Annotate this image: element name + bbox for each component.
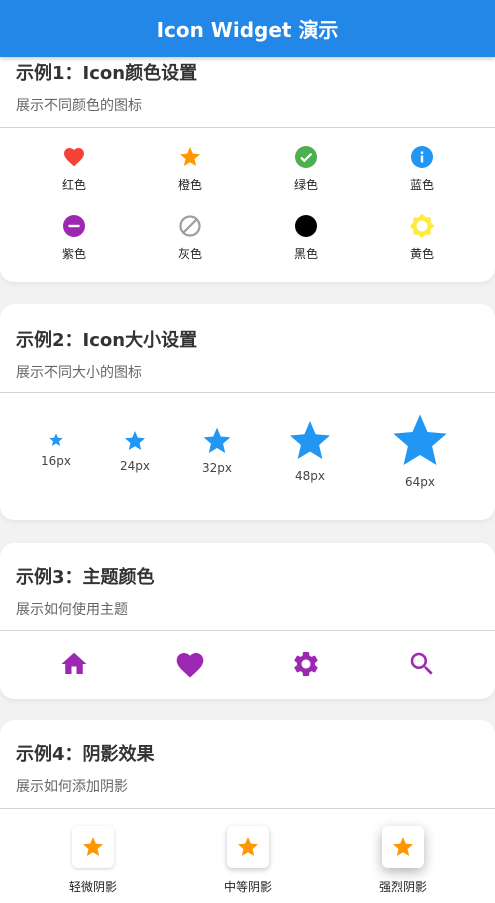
search-icon xyxy=(410,652,433,675)
star-icon xyxy=(290,421,330,459)
remove-circle-icon xyxy=(63,215,85,237)
size-item-32: 32px xyxy=(197,425,237,475)
star-icon xyxy=(393,837,413,856)
heart-icon xyxy=(64,148,84,167)
color-item-blue: 蓝色 xyxy=(364,144,480,193)
color-item-red: 红色 xyxy=(16,144,132,193)
card-title: 示例3：主题颜色 xyxy=(16,567,155,588)
color-item-grey: 灰色 xyxy=(132,213,248,262)
theme-icon-cell xyxy=(248,649,364,679)
size-label: 48px xyxy=(295,469,325,483)
size-item-64: 64px xyxy=(388,409,452,489)
theme-icon-cell xyxy=(132,649,248,681)
star-icon xyxy=(393,414,447,465)
card-title: 示例2：Icon大小设置 xyxy=(16,330,198,351)
shadow-label: 中等阴影 xyxy=(223,880,272,894)
shadow-label: 轻微阴影 xyxy=(68,880,117,894)
color-label: 红色 xyxy=(61,178,86,192)
star-icon xyxy=(203,427,231,453)
card-icon-colors: 示例1：Icon颜色设置 展示不同颜色的图标 红色 橙色 绿色 蓝色 紫色 灰色… xyxy=(0,57,495,282)
color-item-green: 绿色 xyxy=(248,144,364,193)
check-circle-icon xyxy=(295,146,317,168)
size-label: 32px xyxy=(202,461,232,475)
circle-icon xyxy=(295,215,317,237)
color-label: 橙色 xyxy=(177,178,202,192)
color-label: 灰色 xyxy=(177,247,202,261)
card-subtitle: 展示不同颜色的图标 xyxy=(16,98,142,114)
shadow-label: 强烈阴影 xyxy=(378,880,427,894)
shadow-box xyxy=(72,826,114,868)
card-subtitle: 展示如何使用主题 xyxy=(16,602,128,618)
size-label: 16px xyxy=(41,454,71,468)
color-item-yellow: 黄色 xyxy=(364,213,480,262)
app-title: Icon Widget 演示 xyxy=(156,18,339,42)
color-item-orange: 橙色 xyxy=(132,144,248,193)
size-item-24: 24px xyxy=(115,429,155,473)
size-item-48: 48px xyxy=(286,417,334,483)
card-title: 示例4：阴影效果 xyxy=(16,744,155,765)
card-title: 示例1：Icon颜色设置 xyxy=(16,63,198,84)
color-label: 黄色 xyxy=(409,247,434,261)
theme-icon-cell xyxy=(364,649,480,679)
card-subtitle: 展示不同大小的图标 xyxy=(16,365,142,381)
card-icon-sizes: 示例2：Icon大小设置 展示不同大小的图标 16px 24px 32px 48… xyxy=(0,304,495,520)
settings-icon xyxy=(294,652,318,676)
heart-icon xyxy=(176,653,204,678)
sun-icon xyxy=(409,213,435,239)
app-bar: Icon Widget 演示 xyxy=(0,0,495,57)
divider xyxy=(0,808,495,809)
color-item-black: 黑色 xyxy=(248,213,364,262)
shadow-item-medium: 中等阴影 xyxy=(168,826,328,895)
shadow-box xyxy=(227,826,269,868)
shadow-box xyxy=(382,826,424,868)
star-icon xyxy=(49,433,63,446)
shadow-item-strong: 强烈阴影 xyxy=(323,826,483,895)
color-label: 蓝色 xyxy=(409,178,434,192)
star-icon xyxy=(180,147,200,166)
size-label: 64px xyxy=(405,475,435,489)
card-theme-colors: 示例3：主题颜色 展示如何使用主题 xyxy=(0,543,495,699)
scroll-view[interactable]: 示例1：Icon颜色设置 展示不同颜色的图标 红色 橙色 绿色 蓝色 紫色 灰色… xyxy=(0,57,495,903)
card-subtitle: 展示如何添加阴影 xyxy=(16,779,128,795)
home-icon xyxy=(61,652,87,674)
size-item-16: 16px xyxy=(36,432,76,468)
star-icon xyxy=(238,837,258,856)
card-shadow-effects: 示例4：阴影效果 展示如何添加阴影 轻微阴影 中等阴影 强烈阴影 xyxy=(0,720,495,903)
star-icon xyxy=(83,837,103,856)
star-icon xyxy=(125,431,145,450)
info-icon xyxy=(411,146,433,168)
shadow-item-light: 轻微阴影 xyxy=(13,826,173,895)
color-item-purple: 紫色 xyxy=(16,213,132,262)
color-label: 紫色 xyxy=(61,247,86,261)
color-label: 绿色 xyxy=(293,178,318,192)
color-label: 黑色 xyxy=(293,247,318,261)
divider xyxy=(0,392,495,393)
block-icon xyxy=(179,215,201,237)
divider xyxy=(0,127,495,128)
size-label: 24px xyxy=(120,459,150,473)
theme-icon-cell xyxy=(16,649,132,679)
divider xyxy=(0,630,495,631)
